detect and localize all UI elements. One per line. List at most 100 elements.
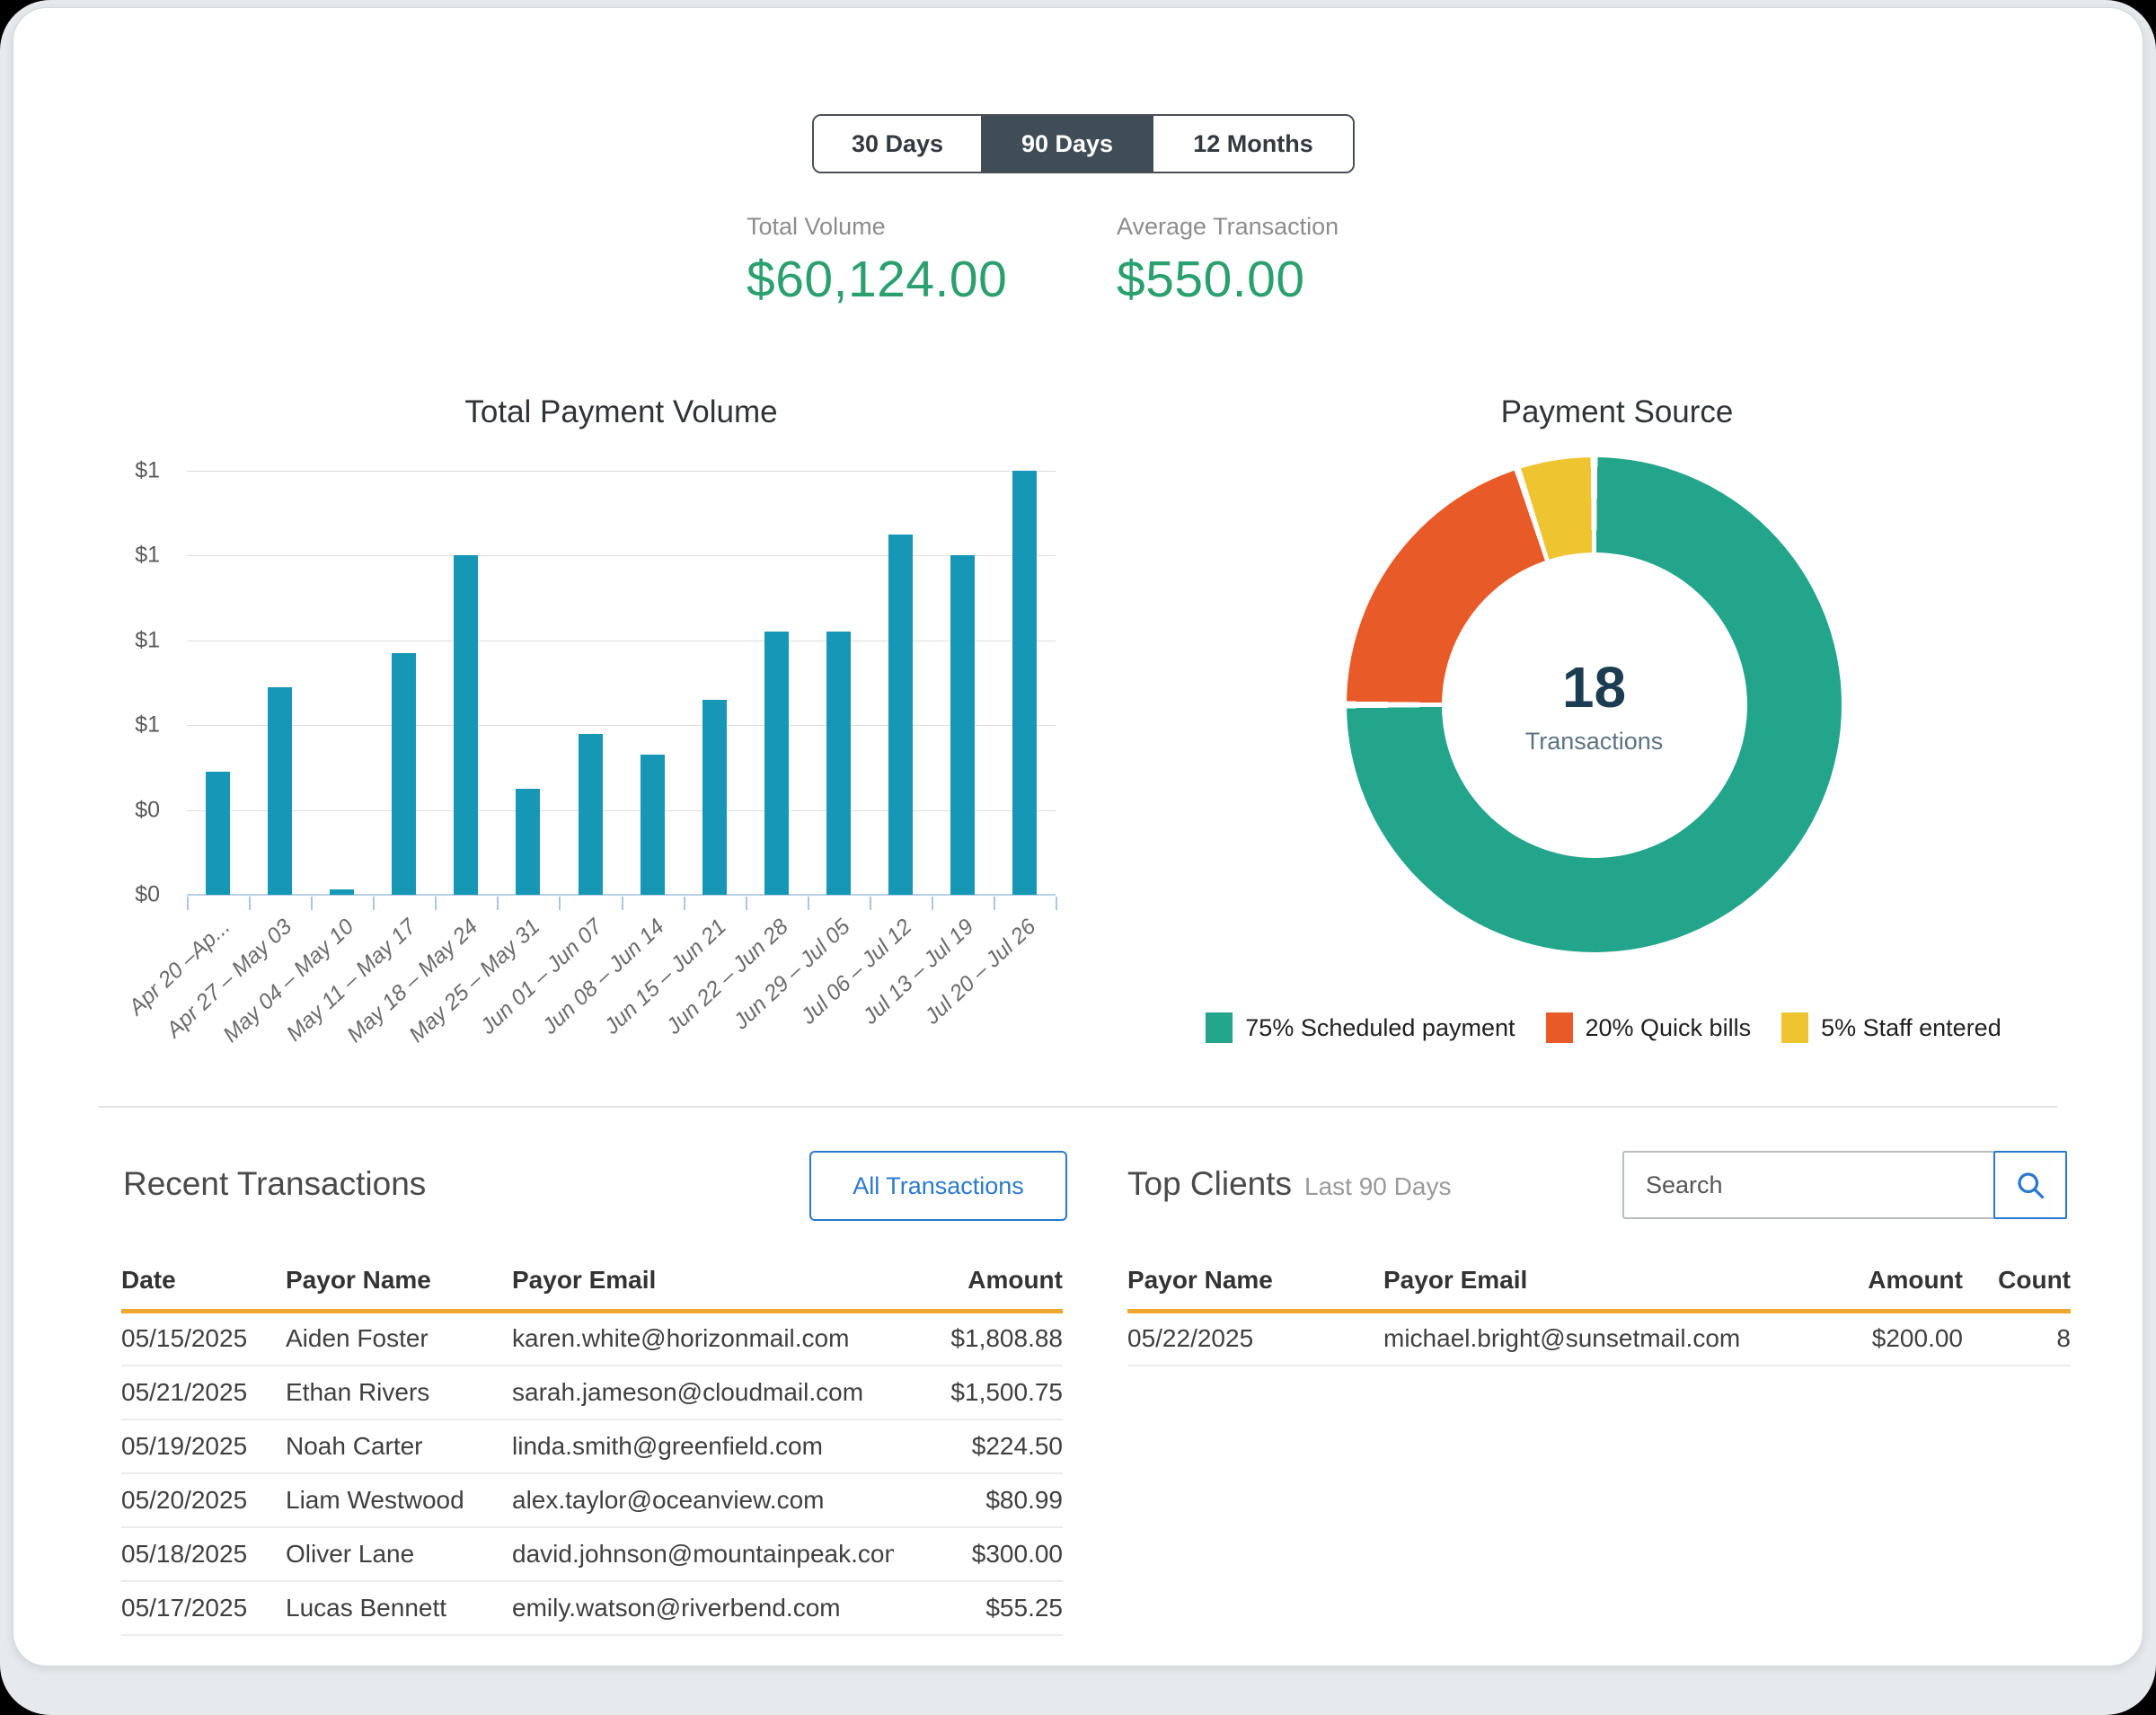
average-transaction-stat: Average Transaction $550.00 (1117, 213, 1339, 309)
table-row: 05/17/2025Lucas Bennettemily.watson@rive… (121, 1581, 1063, 1635)
table-row: 05/20/2025Liam Westwoodalex.taylor@ocean… (121, 1473, 1063, 1527)
x-axis-tick (684, 897, 685, 910)
bar-Jun 08 – Jun 14 (641, 755, 665, 895)
legend-label: 5% Staff entered (1821, 1014, 2001, 1042)
top-clients-subtitle: Last 90 Days (1304, 1172, 1451, 1200)
legend-swatch (1206, 1012, 1233, 1043)
cell-date: 05/20/2025 (121, 1473, 286, 1527)
x-axis-tick (932, 897, 933, 910)
bar-slot (559, 471, 621, 895)
tab-90-days[interactable]: 90 Days (981, 116, 1153, 172)
cell-amount: $200.00 (1770, 1312, 1963, 1366)
bar-slot (435, 471, 497, 895)
bar-May 18 – May 24 (454, 555, 478, 895)
bar-May 11 – May 17 (392, 653, 416, 895)
bar-slot (622, 471, 684, 895)
bar-slot (684, 471, 746, 895)
total-volume-label: Total Volume (747, 213, 1007, 241)
transaction-count: 18 (1562, 654, 1626, 720)
donut-center: 18 Transactions (1442, 553, 1747, 858)
window-frame: 30 Days 90 Days 12 Months Total Volume $… (0, 0, 2156, 1715)
recent-transactions-table: DatePayor NamePayor EmailAmount 05/15/20… (121, 1257, 1063, 1636)
cell-payor-email: linda.smith@greenfield.com (512, 1419, 894, 1473)
y-axis-tick-label: $0 (135, 797, 160, 823)
bar-slot (187, 471, 249, 895)
legend-swatch (1781, 1012, 1808, 1043)
column-header-amount: Amount (1770, 1257, 1963, 1312)
search-button[interactable] (1993, 1151, 2067, 1219)
cell-date: 05/19/2025 (121, 1419, 286, 1473)
average-transaction-label: Average Transaction (1117, 213, 1339, 241)
recent-transactions-header-row: DatePayor NamePayor EmailAmount (121, 1257, 1063, 1312)
x-axis-tick (808, 897, 809, 910)
legend-swatch (1546, 1012, 1573, 1043)
cell-date: 05/21/2025 (121, 1366, 286, 1419)
x-axis-tick (497, 897, 499, 910)
bar-slot (870, 471, 932, 895)
legend-item: 5% Staff entered (1781, 1012, 2001, 1043)
column-header-payor-email: Payor Email (1383, 1257, 1770, 1312)
all-transactions-button[interactable]: All Transactions (809, 1151, 1067, 1221)
y-axis-tick-label: $0 (135, 882, 160, 908)
cell-payor-email: karen.white@horizonmail.com (512, 1312, 894, 1366)
table-row: 05/18/2025Oliver Lanedavid.johnson@mount… (121, 1527, 1063, 1581)
x-axis-tick (187, 897, 189, 910)
tab-12-months[interactable]: 12 Months (1153, 116, 1353, 172)
bar-Apr 27 – May 03 (268, 687, 292, 895)
column-header-payor-name: Payor Name (286, 1257, 512, 1312)
bar-Jul 20 – Jul 26 (1012, 471, 1037, 895)
bar-Jul 06 – Jul 12 (888, 535, 913, 895)
bar-Jul 13 – Jul 19 (950, 555, 975, 895)
bar-slot (373, 471, 435, 895)
x-axis-tick (249, 897, 251, 910)
x-axis-tick (870, 897, 871, 910)
cell-count: 8 (1963, 1312, 2071, 1366)
bar-slot (311, 471, 373, 895)
cell-payor-name: 05/22/2025 (1127, 1312, 1383, 1366)
bar-Apr 20 –Ap... (206, 772, 230, 895)
bar-May 04 – May 10 (330, 889, 354, 895)
total-volume-value: $60,124.00 (747, 250, 1007, 309)
cell-payor-name: Oliver Lane (286, 1527, 512, 1581)
cell-amount: $55.25 (894, 1581, 1063, 1635)
transaction-count-label: Transactions (1525, 728, 1664, 756)
column-header-count: Count (1963, 1257, 2071, 1312)
x-axis-tick (1056, 897, 1057, 910)
column-header-date: Date (121, 1257, 286, 1312)
total-payment-volume-chart: $1$1$1$1$0$0Apr 20 –Ap...Apr 27 – May 03… (187, 471, 1056, 895)
table-row: 05/15/2025Aiden Fosterkaren.white@horizo… (121, 1312, 1063, 1366)
cell-amount: $300.00 (894, 1527, 1063, 1581)
cell-date: 05/18/2025 (121, 1527, 286, 1581)
x-axis-tick (373, 897, 375, 910)
cell-payor-name: Noah Carter (286, 1419, 512, 1473)
cell-date: 05/17/2025 (121, 1581, 286, 1635)
x-axis-tick (311, 897, 313, 910)
search-input[interactable] (1622, 1151, 1993, 1219)
x-axis-tick (435, 897, 437, 910)
top-clients-title: Top ClientsLast 90 Days (1127, 1165, 1451, 1203)
donut-legend: 75% Scheduled payment20% Quick bills5% S… (1217, 1012, 1990, 1043)
tab-30-days[interactable]: 30 Days (814, 116, 981, 172)
cell-payor-email: michael.bright@sunsetmail.com (1383, 1312, 1770, 1366)
x-axis-label: Jul 20 – Jul 26 (921, 915, 1042, 1030)
cell-payor-name: Lucas Bennett (286, 1581, 512, 1635)
x-axis-tick (559, 897, 561, 910)
bar-slot (497, 471, 559, 895)
recent-transactions-title: Recent Transactions (123, 1165, 426, 1203)
x-axis-tick (622, 897, 623, 910)
bar-slot (932, 471, 994, 895)
cell-amount: $224.50 (894, 1419, 1063, 1473)
x-axis-tick (746, 897, 747, 910)
legend-label: 20% Quick bills (1586, 1014, 1752, 1042)
bar-Jun 15 – Jun 21 (702, 700, 727, 895)
column-header-payor-name: Payor Name (1127, 1257, 1383, 1312)
y-axis-tick-label: $1 (135, 458, 160, 484)
cell-amount: $1,808.88 (894, 1312, 1063, 1366)
bar-series (187, 471, 1056, 895)
bar-slot (746, 471, 808, 895)
period-segmented-control: 30 Days 90 Days 12 Months (812, 114, 1355, 173)
bar-slot (249, 471, 311, 895)
x-axis-tick (994, 897, 995, 910)
top-clients-table: Payor NamePayor EmailAmountCount 05/22/2… (1127, 1257, 2071, 1366)
cell-payor-email: david.johnson@mountainpeak.com (512, 1527, 894, 1581)
